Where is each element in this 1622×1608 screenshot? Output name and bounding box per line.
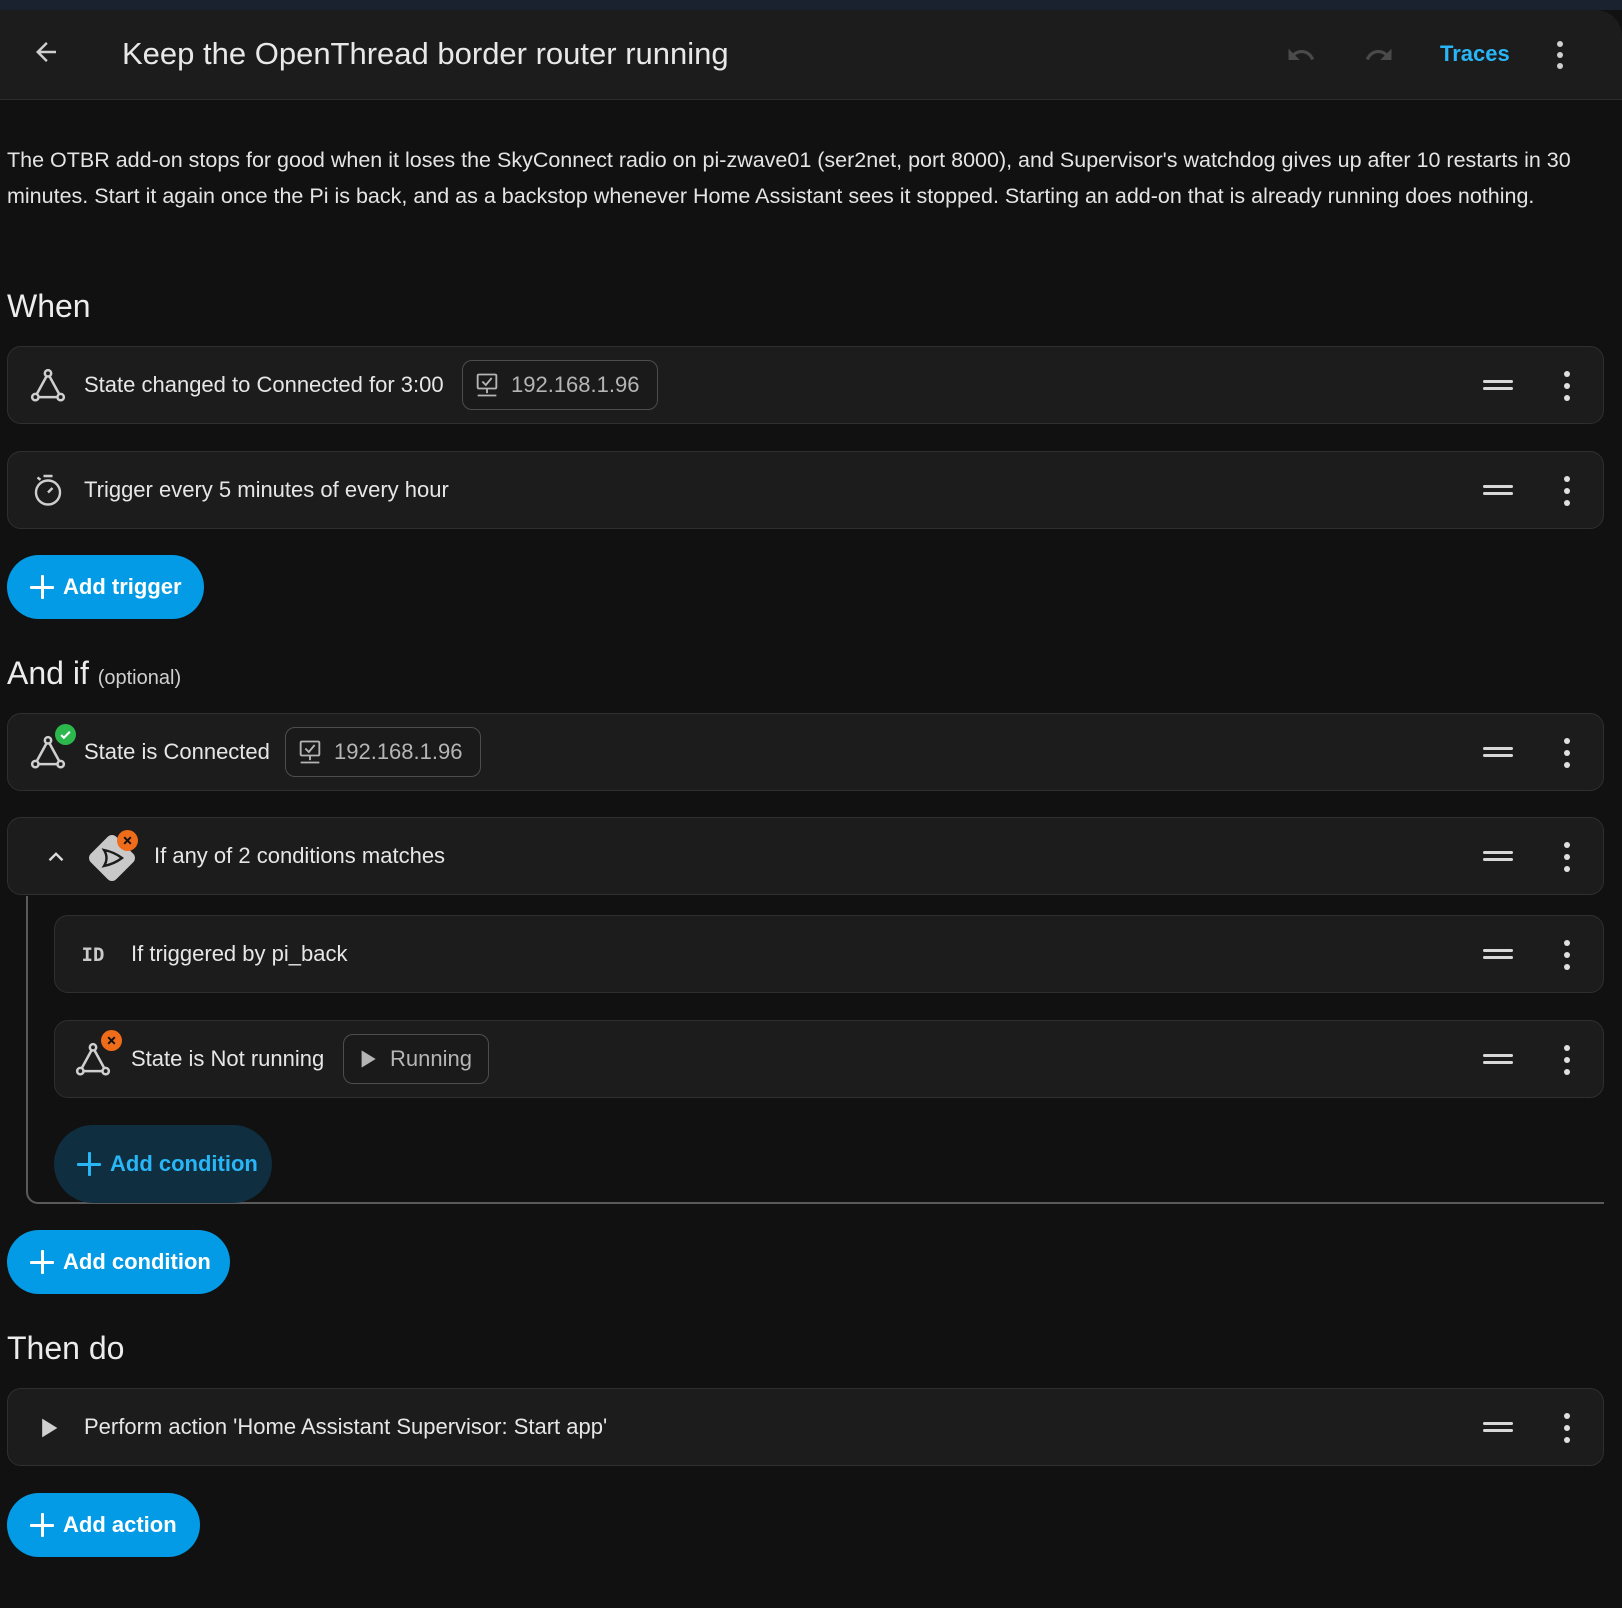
- drag-handle[interactable]: [1483, 1051, 1513, 1067]
- entity-chip-label: 192.168.1.96: [511, 372, 640, 397]
- trigger-label: State changed to Connected for 3:00: [84, 372, 444, 397]
- play-icon: [361, 1050, 376, 1068]
- condition-label: State is Not running: [131, 1046, 325, 1071]
- timer-icon: [28, 471, 68, 511]
- id-icon: ID: [81, 944, 105, 966]
- drag-handle[interactable]: [1483, 744, 1513, 760]
- back-button[interactable]: [28, 34, 64, 70]
- undo-icon: [1288, 48, 1315, 60]
- traces-button[interactable]: Traces: [1440, 41, 1510, 67]
- add-trigger-label: Add trigger: [63, 574, 182, 599]
- row-menu-button[interactable]: [1561, 371, 1573, 401]
- row-menu-button[interactable]: [1561, 1413, 1573, 1443]
- trigger-label: Trigger every 5 minutes of every hour: [84, 477, 449, 502]
- drag-handle[interactable]: [1483, 1419, 1513, 1435]
- redo-icon: [1365, 48, 1392, 60]
- state-chip[interactable]: Running: [343, 1034, 489, 1084]
- row-menu-button[interactable]: [1561, 940, 1573, 970]
- condition-label: If any of 2 conditions matches: [154, 843, 446, 868]
- play-icon: [28, 1408, 68, 1448]
- add-nested-condition-label: Add condition: [110, 1151, 258, 1176]
- or-condition-row[interactable]: If any of 2 conditions matches: [7, 817, 1604, 895]
- nested-condition-row[interactable]: ID If triggered by pi_back: [54, 915, 1604, 993]
- dots-vertical-icon: [1557, 41, 1563, 69]
- entity-chip[interactable]: 192.168.1.96: [462, 360, 658, 410]
- plus-icon: [29, 1512, 55, 1538]
- network-monitor-icon: [299, 740, 321, 764]
- row-menu-button[interactable]: [1561, 842, 1573, 872]
- add-trigger-button[interactable]: Add trigger: [7, 555, 204, 619]
- drag-handle[interactable]: [1483, 377, 1513, 393]
- automation-description: The OTBR add-on stops for good when it l…: [7, 148, 1571, 208]
- condition-label: If triggered by pi_back: [131, 941, 348, 966]
- undo-button[interactable]: [1284, 40, 1318, 75]
- add-condition-label: Add condition: [63, 1249, 211, 1274]
- condition-row[interactable]: State is Connected 192.168.1.96: [7, 713, 1604, 791]
- add-action-label: Add action: [63, 1512, 177, 1537]
- and-if-section-title: And if (optional): [7, 655, 181, 692]
- plus-icon: [29, 1249, 55, 1275]
- drag-handle[interactable]: [1483, 482, 1513, 498]
- overflow-menu-button[interactable]: [1554, 40, 1566, 75]
- error-badge-icon: [101, 1030, 122, 1051]
- drag-handle[interactable]: [1483, 848, 1513, 864]
- network-monitor-icon: [476, 373, 498, 397]
- arrow-left-icon: [36, 42, 56, 62]
- state-chip-label: Running: [390, 1046, 472, 1071]
- chevron-up-icon[interactable]: [36, 837, 76, 877]
- page-title: Keep the OpenThread border router runnin…: [122, 36, 729, 71]
- row-menu-button[interactable]: [1561, 1045, 1573, 1075]
- entity-chip-label: 192.168.1.96: [334, 739, 463, 764]
- when-section-title: When: [7, 288, 91, 324]
- drag-handle[interactable]: [1483, 946, 1513, 962]
- and-if-title: And if: [7, 655, 89, 691]
- entity-chip[interactable]: 192.168.1.96: [285, 727, 481, 777]
- add-action-button[interactable]: Add action: [7, 1493, 200, 1557]
- nested-condition-row[interactable]: State is Not running Running: [54, 1020, 1604, 1098]
- app-bar: Keep the OpenThread border router runnin…: [0, 10, 1622, 100]
- add-nested-condition-button[interactable]: Add condition: [54, 1125, 272, 1203]
- action-label: Perform action 'Home Assistant Superviso…: [84, 1414, 608, 1439]
- state-icon: [28, 366, 68, 406]
- action-row[interactable]: Perform action 'Home Assistant Superviso…: [7, 1388, 1604, 1466]
- then-do-section-title: Then do: [7, 1330, 125, 1366]
- add-condition-button[interactable]: Add condition: [7, 1230, 230, 1294]
- window-top-strip: [0, 0, 1622, 10]
- redo-button[interactable]: [1362, 40, 1396, 75]
- row-menu-button[interactable]: [1561, 738, 1573, 768]
- row-menu-button[interactable]: [1561, 476, 1573, 506]
- optional-hint: (optional): [97, 667, 182, 689]
- condition-label: State is Connected: [84, 739, 270, 764]
- error-badge-icon: [117, 830, 138, 851]
- plus-icon: [76, 1151, 102, 1177]
- trigger-row[interactable]: State changed to Connected for 3:00 192.…: [7, 346, 1604, 424]
- trigger-row[interactable]: Trigger every 5 minutes of every hour: [7, 451, 1604, 529]
- check-badge-icon: [55, 724, 76, 745]
- plus-icon: [29, 574, 55, 600]
